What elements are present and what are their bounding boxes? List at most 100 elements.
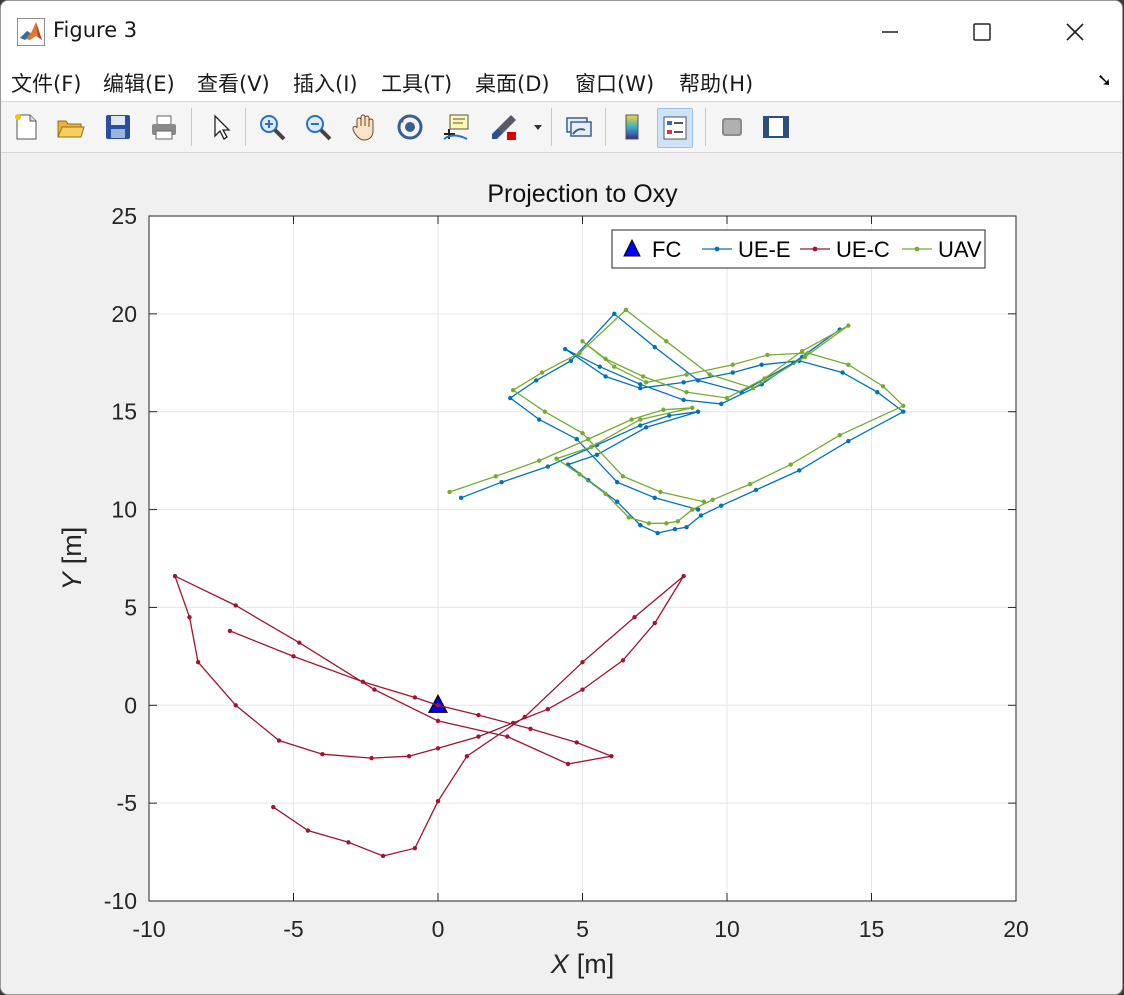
zoom-out-icon[interactable] (301, 108, 335, 146)
data-point (681, 397, 686, 403)
hide-plot-tools-icon[interactable] (715, 108, 749, 146)
data-point (901, 409, 906, 414)
data-point (629, 417, 634, 422)
menu-insert[interactable]: 插入(I) (293, 68, 358, 98)
data-point (435, 746, 441, 751)
save-icon[interactable] (101, 108, 135, 146)
data-point (406, 753, 412, 759)
data-point (603, 356, 608, 362)
dock-arrow-icon[interactable]: ➘ (1097, 70, 1112, 91)
data-point (493, 474, 498, 479)
data-point (724, 395, 730, 401)
data-point (638, 523, 643, 528)
data-point (684, 389, 689, 395)
data-point (675, 519, 681, 524)
data-point (577, 472, 582, 477)
data-point (435, 798, 441, 804)
x-axis-label: X [m] (550, 949, 615, 979)
y-tick-label: 25 (111, 203, 137, 229)
title-bar[interactable]: Figure 3 (1, 1, 1122, 61)
data-point (638, 423, 643, 428)
menu-view[interactable]: 查看(V) (197, 68, 270, 98)
print-icon[interactable] (147, 108, 181, 146)
data-point (458, 495, 464, 501)
data-point (360, 679, 366, 684)
data-point (840, 370, 845, 375)
data-point (730, 362, 735, 367)
close-button[interactable] (1052, 13, 1098, 51)
menu-tools[interactable]: 工具(T) (381, 68, 452, 98)
data-point (664, 521, 669, 526)
data-point (701, 499, 707, 504)
menu-edit[interactable]: 编辑(E) (103, 68, 175, 98)
chart[interactable]: -10 -5 0 5 10 15 20 -10 -5 0 5 10 15 20 25 Projection t… (1, 153, 1121, 993)
link-plot-icon[interactable] (561, 108, 595, 146)
data-point (640, 374, 646, 379)
maximize-button[interactable] (959, 13, 1005, 51)
open-file-icon[interactable] (53, 108, 87, 146)
x-tick-label: 15 (859, 916, 885, 942)
data-point (233, 603, 238, 608)
x-tick-label: 10 (714, 916, 740, 942)
data-point (719, 401, 724, 407)
data-point (797, 468, 802, 473)
zoom-in-icon[interactable] (255, 108, 289, 146)
data-point (346, 840, 351, 845)
data-point (681, 380, 686, 385)
data-point (542, 409, 548, 414)
rotate-3d-icon[interactable] (393, 108, 427, 146)
y-tick-label: -10 (104, 888, 137, 914)
data-point (681, 573, 686, 579)
menu-window[interactable]: 窗口(W) (575, 68, 654, 98)
colorbar-icon[interactable] (615, 108, 649, 146)
data-point (612, 364, 617, 369)
data-point (788, 462, 793, 467)
menu-help[interactable]: 帮助(H) (679, 68, 753, 98)
data-point (805, 350, 811, 356)
data-point (412, 695, 418, 700)
data-point (297, 640, 302, 645)
legend-icon[interactable] (657, 108, 693, 148)
data-point (614, 479, 620, 485)
data-point (603, 491, 608, 497)
data-point (753, 487, 759, 493)
data-point (623, 307, 629, 313)
data-point (638, 382, 643, 387)
data-point (695, 409, 701, 414)
brush-dropdown-icon[interactable] (529, 108, 547, 146)
data-point (652, 620, 657, 626)
data-point (372, 687, 377, 692)
y-axis-unit: [m] (57, 527, 87, 565)
minimize-button[interactable] (867, 13, 913, 51)
data-point (195, 660, 201, 665)
data-point (276, 738, 282, 743)
data-point (719, 503, 724, 508)
x-axis-variable: X (550, 949, 570, 979)
data-point (565, 761, 571, 767)
data-point (534, 378, 539, 383)
data-point (588, 444, 594, 450)
data-point (750, 386, 756, 391)
data-point (545, 707, 551, 712)
data-point (476, 712, 481, 718)
menu-desktop[interactable]: 桌面(D) (475, 68, 550, 98)
data-point (545, 464, 551, 469)
data-point (620, 658, 626, 663)
menu-file[interactable]: 文件(F) (11, 68, 81, 98)
data-point (747, 481, 753, 487)
brush-icon[interactable] (487, 108, 521, 146)
data-point (655, 530, 660, 536)
data-point (652, 495, 657, 501)
data-point (609, 753, 614, 759)
pan-icon[interactable] (347, 108, 381, 146)
data-point (799, 348, 805, 354)
legend-marker (714, 246, 720, 252)
show-plot-tools-icon[interactable] (759, 108, 793, 146)
data-point (447, 489, 452, 495)
x-tick-label: 20 (1003, 916, 1029, 942)
data-point (672, 526, 678, 532)
data-cursor-icon[interactable] (439, 108, 473, 146)
new-figure-icon[interactable] (9, 108, 43, 146)
pointer-icon[interactable] (203, 108, 237, 146)
data-point (577, 350, 582, 356)
